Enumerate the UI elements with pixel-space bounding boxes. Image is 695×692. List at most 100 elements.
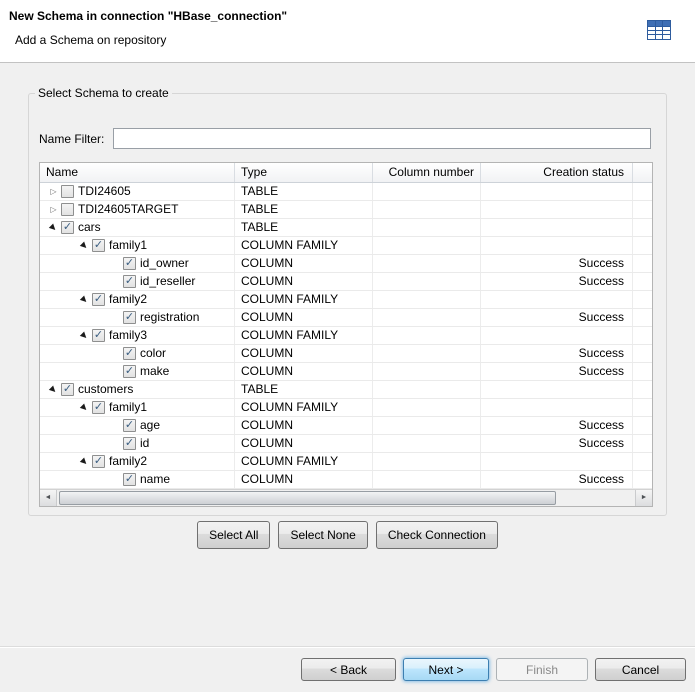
tree-row-TDI24605TARGET[interactable]: ▷ TDI24605TARGET TABLE: [40, 201, 652, 219]
schema-tree-table: NameTypeColumn numberCreation status ▷ TD…: [39, 162, 653, 507]
cell-creation-status: [481, 237, 633, 254]
select-none-button[interactable]: Select None: [278, 521, 367, 549]
tree-row-age[interactable]: ✓ageCOLUMNSuccess: [40, 417, 652, 435]
next-button[interactable]: Next >: [403, 658, 489, 681]
wizard-title: New Schema in connection "HBase_connecti…: [9, 9, 287, 23]
tree-row-cars[interactable]: ▶✓carsTABLE: [40, 219, 652, 237]
scrollbar-track[interactable]: [57, 490, 635, 506]
table-body: ▷ TDI24605 TABLE▷ TDI24605TARGET TABLE▶✓cars…: [40, 183, 652, 489]
tree-row-registration[interactable]: ✓registrationCOLUMNSuccess: [40, 309, 652, 327]
cell-stub: [633, 453, 652, 470]
cell-creation-status: [481, 453, 633, 470]
cell-stub: [633, 381, 652, 398]
tree-row-id_owner[interactable]: ✓id_ownerCOLUMNSuccess: [40, 255, 652, 273]
cell-stub: [633, 255, 652, 272]
tree-row-family1[interactable]: ▶✓family1COLUMN FAMILY: [40, 237, 652, 255]
cell-type: TABLE: [235, 201, 373, 218]
collapsed-expander-icon[interactable]: ▷: [46, 183, 61, 200]
cell-stub: [633, 471, 652, 488]
row-checkbox[interactable]: ✓: [123, 347, 136, 360]
row-label: name: [140, 471, 170, 488]
cell-column-number: [373, 471, 481, 488]
row-label: family2: [109, 291, 147, 308]
name-filter-input[interactable]: [113, 128, 651, 149]
row-checkbox[interactable]: ✓: [123, 311, 136, 324]
cell-creation-status: [481, 201, 633, 218]
cell-type: COLUMN: [235, 345, 373, 362]
check-connection-button[interactable]: Check Connection: [376, 521, 498, 549]
tree-row-family2[interactable]: ▶✓family2COLUMN FAMILY: [40, 291, 652, 309]
cell-stub: [633, 327, 652, 344]
tree-row-family3[interactable]: ▶✓family3COLUMN FAMILY: [40, 327, 652, 345]
cell-stub: [633, 363, 652, 380]
cell-column-number: [373, 201, 481, 218]
tree-row-id[interactable]: ✓idCOLUMNSuccess: [40, 435, 652, 453]
row-label: customers: [78, 381, 133, 398]
row-label: TDI24605TARGET: [78, 201, 178, 218]
cancel-button[interactable]: Cancel: [595, 658, 686, 681]
column-header-type[interactable]: Type: [235, 163, 373, 182]
select-all-button[interactable]: Select All: [197, 521, 270, 549]
row-checkbox[interactable]: ✓: [123, 257, 136, 270]
row-checkbox[interactable]: [61, 203, 74, 216]
row-label: TDI24605: [78, 183, 131, 200]
cell-column-number: [373, 309, 481, 326]
cell-type: COLUMN: [235, 417, 373, 434]
horizontal-scrollbar[interactable]: ◄ ►: [40, 489, 652, 506]
tree-row-make[interactable]: ✓makeCOLUMNSuccess: [40, 363, 652, 381]
cell-creation-status: Success: [481, 435, 633, 452]
row-label: family2: [109, 453, 147, 470]
tree-row-name[interactable]: ✓nameCOLUMNSuccess: [40, 471, 652, 489]
collapsed-expander-icon[interactable]: ▷: [46, 201, 61, 218]
tree-row-color[interactable]: ✓colorCOLUMNSuccess: [40, 345, 652, 363]
scrollbar-thumb[interactable]: [59, 491, 556, 505]
column-header-column-number[interactable]: Column number: [373, 163, 481, 182]
cell-stub: [633, 417, 652, 434]
cell-creation-status: [481, 327, 633, 344]
cell-creation-status: Success: [481, 309, 633, 326]
cell-column-number: [373, 327, 481, 344]
cell-creation-status: [481, 399, 633, 416]
cell-stub: [633, 273, 652, 290]
finish-button[interactable]: Finish: [496, 658, 588, 681]
row-label: make: [140, 363, 169, 380]
column-header-name[interactable]: Name: [40, 163, 235, 182]
tree-row-id_reseller[interactable]: ✓id_resellerCOLUMNSuccess: [40, 273, 652, 291]
cell-type: COLUMN FAMILY: [235, 453, 373, 470]
cell-stub: [633, 345, 652, 362]
selection-button-bar: Select All Select None Check Connection: [0, 521, 695, 549]
cell-creation-status: Success: [481, 417, 633, 434]
wizard-subtitle: Add a Schema on repository: [15, 33, 166, 47]
cell-column-number: [373, 363, 481, 380]
cell-column-number: [373, 219, 481, 236]
back-button[interactable]: < Back: [301, 658, 396, 681]
wizard-footer: < Back Next > Finish Cancel: [0, 646, 695, 692]
cell-creation-status: Success: [481, 255, 633, 272]
cell-stub: [633, 183, 652, 200]
row-checkbox[interactable]: ✓: [123, 419, 136, 432]
tree-row-family1[interactable]: ▶✓family1COLUMN FAMILY: [40, 399, 652, 417]
row-checkbox[interactable]: [61, 185, 74, 198]
cell-stub: [633, 219, 652, 236]
row-checkbox[interactable]: ✓: [123, 473, 136, 486]
column-header-creation-status[interactable]: Creation status: [481, 163, 633, 182]
cell-stub: [633, 201, 652, 218]
cell-type: COLUMN FAMILY: [235, 327, 373, 344]
cell-name: ▶✓family2: [40, 291, 235, 308]
scroll-left-arrow-icon[interactable]: ◄: [40, 490, 57, 506]
cell-column-number: [373, 399, 481, 416]
scroll-right-arrow-icon[interactable]: ►: [635, 490, 652, 506]
row-checkbox[interactable]: ✓: [123, 365, 136, 378]
cell-name: ✓id_owner: [40, 255, 235, 272]
cell-type: COLUMN: [235, 363, 373, 380]
tree-row-customers[interactable]: ▶✓customersTABLE: [40, 381, 652, 399]
tree-row-family2[interactable]: ▶✓family2COLUMN FAMILY: [40, 453, 652, 471]
cell-creation-status: [481, 381, 633, 398]
cell-column-number: [373, 381, 481, 398]
tree-row-TDI24605[interactable]: ▷TDI24605TABLE: [40, 183, 652, 201]
row-checkbox[interactable]: ✓: [123, 437, 136, 450]
cell-column-number: [373, 255, 481, 272]
row-checkbox[interactable]: ✓: [123, 275, 136, 288]
group-label: Select Schema to create: [35, 86, 172, 100]
row-label: family1: [109, 237, 147, 254]
